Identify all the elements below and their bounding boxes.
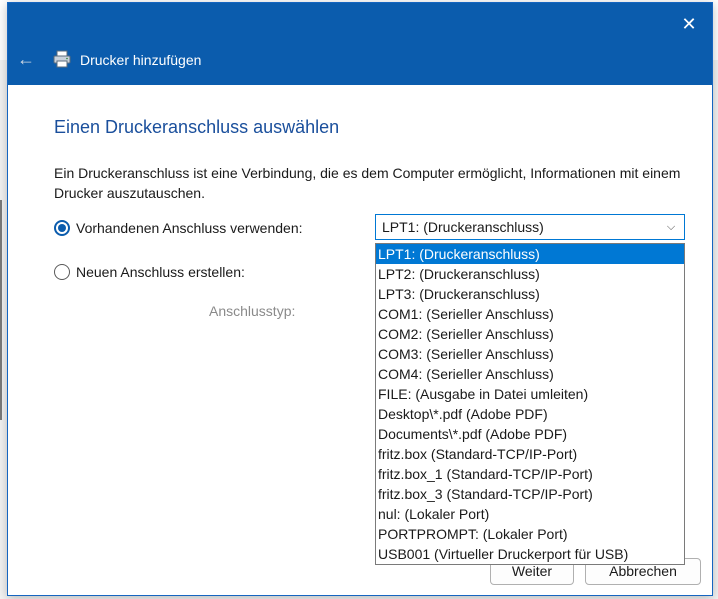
create-new-port-label: Neuen Anschluss erstellen: xyxy=(76,264,245,280)
port-option[interactable]: Desktop\*.pdf (Adobe PDF) xyxy=(376,404,684,424)
port-option[interactable]: fritz.box_3 (Standard-TCP/IP-Port) xyxy=(376,484,684,504)
create-new-port-option[interactable]: Neuen Anschluss erstellen: xyxy=(54,264,245,280)
port-option[interactable]: fritz.box (Standard-TCP/IP-Port) xyxy=(376,444,684,464)
port-option[interactable]: USB001 (Virtueller Druckerport für USB) xyxy=(376,544,684,564)
port-option[interactable]: Documents\*.pdf (Adobe PDF) xyxy=(376,424,684,444)
port-option[interactable]: LPT3: (Druckeranschluss) xyxy=(376,284,684,304)
page-description: Ein Druckeranschluss ist eine Verbindung… xyxy=(54,165,681,201)
port-option[interactable]: COM1: (Serieller Anschluss) xyxy=(376,304,684,324)
port-option[interactable]: fritz.box_1 (Standard-TCP/IP-Port) xyxy=(376,464,684,484)
printer-icon xyxy=(53,50,71,68)
port-option[interactable]: FILE: (Ausgabe in Datei umleiten) xyxy=(376,384,684,404)
port-select[interactable]: LPT1: (Druckeranschluss) ⌵ xyxy=(375,214,685,240)
port-option[interactable]: LPT2: (Druckeranschluss) xyxy=(376,264,684,284)
port-option[interactable]: PORTPROMPT: (Lokaler Port) xyxy=(376,524,684,544)
port-option[interactable]: COM3: (Serieller Anschluss) xyxy=(376,344,684,364)
dialog-title: Drucker hinzufügen xyxy=(80,52,202,68)
add-printer-dialog: ✕ ← Drucker hinzufügen Einen Druckeransc… xyxy=(7,2,713,596)
port-option[interactable]: nul: (Lokaler Port) xyxy=(376,504,684,524)
port-option[interactable]: LPT1: (Druckeranschluss) xyxy=(376,244,684,264)
back-arrow-icon[interactable]: ← xyxy=(16,49,36,69)
port-option[interactable]: COM4: (Serieller Anschluss) xyxy=(376,364,684,384)
port-option[interactable]: COM2: (Serieller Anschluss) xyxy=(376,324,684,344)
chevron-down-icon: ⌵ xyxy=(666,221,676,233)
use-existing-port-radio[interactable] xyxy=(54,220,70,236)
port-dropdown-list: LPT1: (Druckeranschluss) LPT2: (Druckeran… xyxy=(375,243,685,565)
close-icon[interactable]: ✕ xyxy=(674,9,704,39)
use-existing-port-label: Vorhandenen Anschluss verwenden: xyxy=(76,220,303,236)
create-new-port-radio[interactable] xyxy=(54,264,70,280)
background-border xyxy=(0,200,2,420)
port-type-label: Anschlusstyp: xyxy=(209,303,296,319)
use-existing-port-option[interactable]: Vorhandenen Anschluss verwenden: xyxy=(54,220,303,236)
title-bar: ✕ ← Drucker hinzufügen xyxy=(8,3,712,85)
page-heading: Einen Druckeranschluss auswählen xyxy=(54,117,340,137)
port-select-value: LPT1: (Druckeranschluss) xyxy=(382,219,544,235)
